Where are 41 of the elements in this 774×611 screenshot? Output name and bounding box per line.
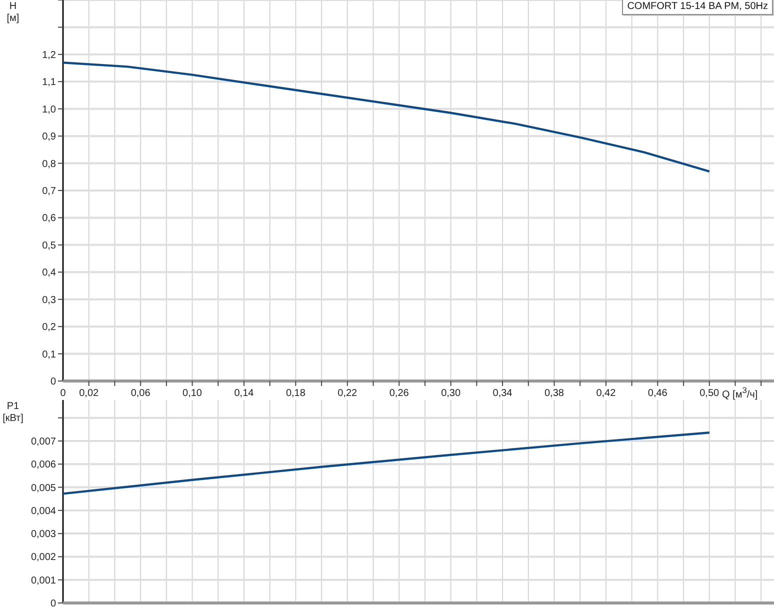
tick-label: 0,004 <box>30 506 56 517</box>
tick-label: 0,007 <box>30 436 56 448</box>
tick-label: 0,7 <box>42 186 56 197</box>
tick-label: 0,8 <box>42 158 56 170</box>
tick-label: 0 <box>50 376 56 388</box>
tick-label: 0,006 <box>30 460 56 471</box>
tick-label: 0,42 <box>596 388 616 399</box>
tick-label: 0 <box>50 598 56 610</box>
tick-label: 1,2 <box>42 50 56 61</box>
tick-label: 0,9 <box>42 132 56 143</box>
tick-label: 0,06 <box>130 388 150 399</box>
tick-label: 0,38 <box>544 388 564 399</box>
tick-label: 0,50 <box>700 388 720 399</box>
tick-label: 0,26 <box>389 388 409 399</box>
tick-label: 0,6 <box>42 213 56 224</box>
axis-title: H <box>9 1 17 12</box>
tick-label: 0,002 <box>30 552 56 564</box>
tick-label: 0,1 <box>42 349 56 360</box>
tick-label: 0,4 <box>42 268 56 279</box>
tick-label: 0,14 <box>234 388 254 399</box>
tick-label: 0,18 <box>286 388 306 399</box>
legend-box: COMFORT 15-14 BA PM, 50Hz <box>622 0 773 15</box>
tick-label: 0,3 <box>42 294 56 306</box>
axis-title: P1 <box>6 401 20 412</box>
axis-title: Q [м$^{3}$/ч] <box>722 384 758 402</box>
tick-label: 1,1 <box>42 77 56 88</box>
tick-label: 0,003 <box>30 529 56 540</box>
tick-label: 0,30 <box>441 388 461 399</box>
tick-label: 0,34 <box>492 388 512 399</box>
tick-label: 1,0 <box>42 104 56 116</box>
tick-label: 0,22 <box>338 388 358 399</box>
tick-label: 0,001 <box>30 575 56 586</box>
axis-unit: [м] <box>6 13 20 24</box>
tick-label: 0 <box>60 388 66 399</box>
tick-label: 0,5 <box>42 240 56 252</box>
tick-label: 0,46 <box>648 388 668 399</box>
tick-label: 0,2 <box>42 322 56 334</box>
tick-label: 0,005 <box>30 482 56 494</box>
tick-label: 0,10 <box>182 388 202 399</box>
axis-unit: [кВт] <box>2 413 24 424</box>
tick-label: 0,02 <box>79 388 99 399</box>
